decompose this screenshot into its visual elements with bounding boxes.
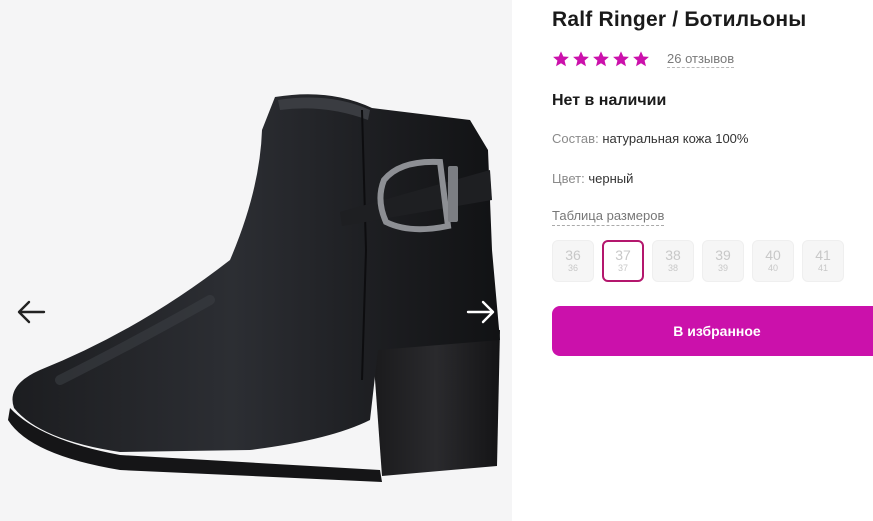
gallery-prev-button[interactable]	[14, 294, 50, 330]
size-selector: 36 36 37 37 38 38 39 39 40 40 41 41	[552, 240, 844, 282]
star-icon	[553, 51, 569, 67]
size-table-link[interactable]: Таблица размеров	[552, 208, 665, 226]
size-sub: 40	[767, 263, 778, 273]
arrow-right-icon	[466, 300, 495, 324]
size-option[interactable]: 38 38	[652, 240, 694, 282]
size-label: 41	[815, 247, 831, 263]
composition-value: натуральная кожа 100%	[602, 131, 749, 146]
size-option[interactable]: 39 39	[702, 240, 744, 282]
stock-status: Нет в наличии	[552, 92, 667, 109]
star-icon	[613, 51, 629, 67]
reviews-link[interactable]: 26 отзывов	[667, 51, 735, 68]
color: Цвет: черный	[552, 171, 633, 186]
size-label: 37	[615, 247, 631, 263]
size-label: 38	[665, 247, 681, 263]
add-to-favorites-button[interactable]: В избранное	[552, 306, 873, 356]
composition-label: Состав:	[552, 131, 599, 146]
size-label: 36	[565, 247, 581, 263]
color-label: Цвет:	[552, 171, 585, 186]
star-icon	[633, 51, 649, 67]
size-sub: 38	[667, 263, 678, 273]
composition: Состав: натуральная кожа 100%	[552, 131, 748, 146]
star-icon	[593, 51, 609, 67]
star-icon	[573, 51, 589, 67]
size-option[interactable]: 36 36	[552, 240, 594, 282]
rating-stars	[552, 50, 650, 68]
product-image	[8, 94, 500, 482]
size-option[interactable]: 40 40	[752, 240, 794, 282]
size-sub: 39	[717, 263, 728, 273]
gallery-next-button[interactable]	[462, 294, 498, 330]
arrow-left-icon	[17, 300, 46, 324]
rating: 26 отзывов	[552, 48, 735, 70]
product-title: Ralf Ringer / Ботильоны	[552, 8, 807, 31]
size-sub: 36	[567, 263, 578, 273]
size-sub: 37	[617, 263, 628, 273]
color-value: черный	[588, 171, 634, 186]
size-sub: 41	[817, 263, 828, 273]
size-option[interactable]: 41 41	[802, 240, 844, 282]
size-label: 39	[715, 247, 731, 263]
product-gallery	[0, 0, 512, 521]
size-label: 40	[765, 247, 781, 263]
size-option-selected[interactable]: 37 37	[602, 240, 644, 282]
